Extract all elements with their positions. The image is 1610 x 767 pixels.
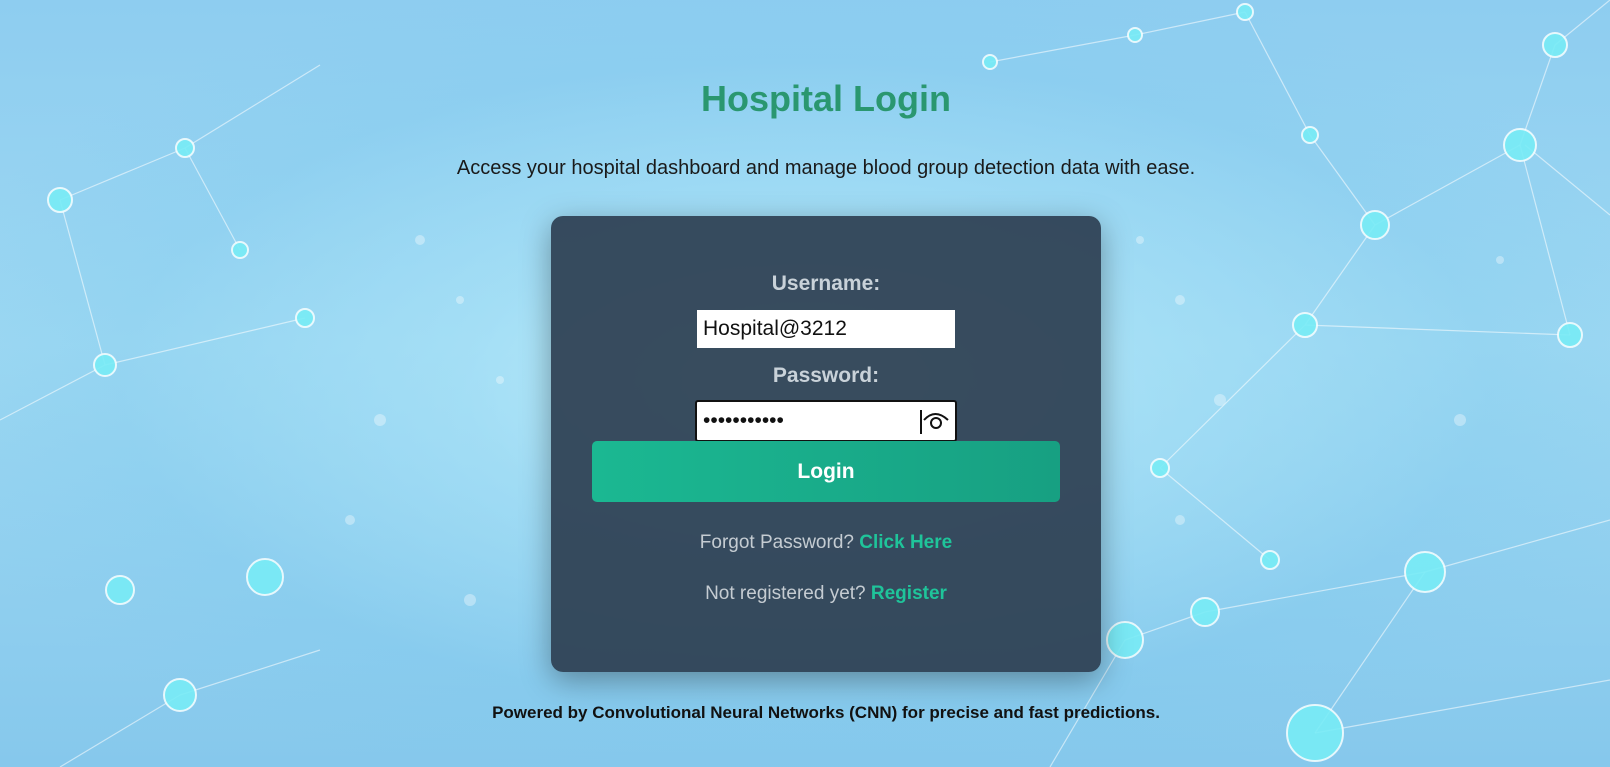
login-card: Username: Hospital@3212 Password: ••••••… [551, 216, 1101, 672]
show-password-button[interactable] [915, 402, 955, 440]
forgot-password-row: Forgot Password? Click Here [551, 532, 1101, 554]
username-label: Username: [771, 272, 881, 295]
forgot-password-link[interactable]: Click Here [859, 532, 952, 553]
password-input[interactable]: ••••••••••• [695, 400, 957, 442]
footer-text: Powered by Convolutional Neural Networks… [492, 703, 1160, 722]
username-input[interactable]: Hospital@3212 [697, 310, 955, 348]
password-value: ••••••••••• [703, 409, 784, 432]
register-link[interactable]: Register [871, 583, 947, 604]
forgot-password-text: Forgot Password? [699, 532, 854, 553]
login-button[interactable]: Login [592, 441, 1060, 502]
page-subtitle: Access your hospital dashboard and manag… [456, 157, 1196, 179]
register-text: Not registered yet? [705, 583, 866, 604]
register-row: Not registered yet? Register [551, 583, 1101, 605]
eye-icon [920, 410, 949, 434]
page-title: Hospital Login [701, 78, 951, 119]
password-label: Password: [772, 364, 880, 387]
